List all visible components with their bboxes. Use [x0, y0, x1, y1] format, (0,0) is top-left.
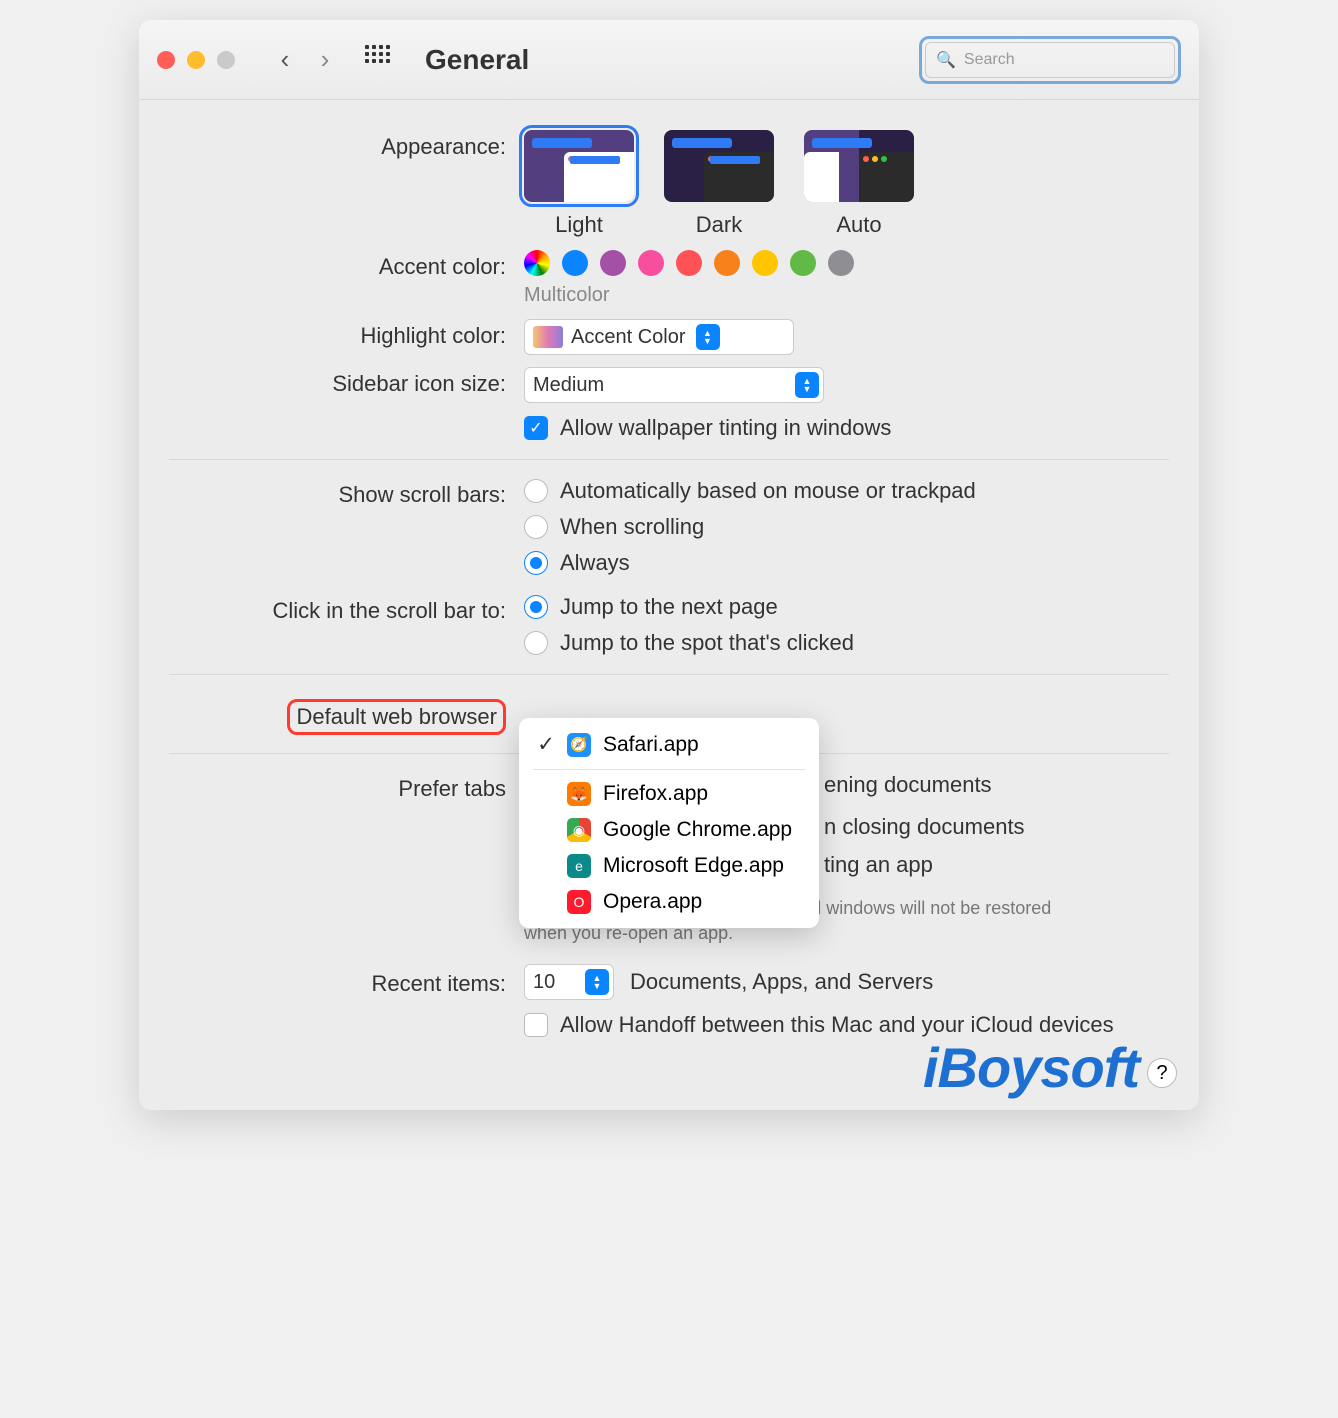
chrome-icon: ◉ — [567, 818, 591, 842]
preferences-window: ‹ › General 🔍 Search Appearance: Light — [139, 20, 1199, 1110]
chevron-updown-icon: ▲▼ — [696, 324, 720, 350]
appearance-label: Appearance: — [169, 130, 524, 160]
appearance-option-auto[interactable]: Auto — [804, 130, 914, 238]
click-scroll-label: Click in the scroll bar to: — [169, 594, 524, 624]
search-input[interactable]: 🔍 Search — [925, 42, 1175, 78]
chevron-updown-icon: ▲▼ — [585, 969, 609, 995]
click-scroll-spot[interactable]: Jump to the spot that's clicked — [524, 630, 1169, 656]
highlight-label: Highlight color: — [169, 319, 524, 349]
menu-item-edge[interactable]: e Microsoft Edge.app — [519, 848, 819, 884]
accent-yellow[interactable] — [752, 250, 778, 276]
menu-item-chrome[interactable]: ◉ Google Chrome.app — [519, 812, 819, 848]
opera-icon: O — [567, 890, 591, 914]
default-browser-menu: ✓ 🧭 Safari.app 🦊 Firefox.app ◉ Google Ch… — [519, 718, 819, 928]
accent-purple[interactable] — [600, 250, 626, 276]
minimize-icon[interactable] — [187, 51, 205, 69]
window-controls — [157, 51, 235, 69]
accent-blue[interactable] — [562, 250, 588, 276]
menu-item-firefox[interactable]: 🦊 Firefox.app — [519, 776, 819, 812]
appearance-option-dark[interactable]: Dark — [664, 130, 774, 238]
checkbox-on-icon: ✓ — [524, 416, 548, 440]
accent-red[interactable] — [676, 250, 702, 276]
highlight-select[interactable]: Accent Color ▲▼ — [524, 319, 794, 355]
menu-item-safari[interactable]: ✓ 🧭 Safari.app — [519, 726, 819, 763]
edge-icon: e — [567, 854, 591, 878]
search-placeholder: Search — [964, 51, 1015, 69]
zoom-icon — [217, 51, 235, 69]
search-highlight: 🔍 Search — [919, 36, 1181, 84]
checkbox-off-icon — [524, 1013, 548, 1037]
accent-graphite[interactable] — [828, 250, 854, 276]
show-all-icon[interactable] — [365, 45, 395, 75]
close-icon[interactable] — [157, 51, 175, 69]
accent-swatches — [524, 250, 1169, 276]
checkmark-icon: ✓ — [537, 732, 555, 757]
watermark: iBoysoft — [923, 1035, 1139, 1100]
scroll-option-auto[interactable]: Automatically based on mouse or trackpad — [524, 478, 1169, 504]
sidebar-size-select[interactable]: Medium ▲▼ — [524, 367, 824, 403]
scroll-option-always[interactable]: Always — [524, 550, 1169, 576]
scroll-option-scrolling[interactable]: When scrolling — [524, 514, 1169, 540]
menu-item-opera[interactable]: O Opera.app — [519, 884, 819, 920]
recent-items-suffix: Documents, Apps, and Servers — [630, 969, 933, 995]
separator — [169, 459, 1169, 460]
wallpaper-tint-checkbox[interactable]: ✓ Allow wallpaper tinting in windows — [524, 415, 1169, 441]
recent-items-select[interactable]: 10 ▲▼ — [524, 964, 614, 1000]
click-scroll-next-page[interactable]: Jump to the next page — [524, 594, 1169, 620]
sidebar-size-label: Sidebar icon size: — [169, 367, 524, 397]
accent-orange[interactable] — [714, 250, 740, 276]
page-title: General — [425, 44, 529, 76]
scrollbars-label: Show scroll bars: — [169, 478, 524, 508]
prefer-tabs-label: Prefer tabs — [169, 772, 524, 802]
appearance-option-light[interactable]: Light — [524, 130, 634, 238]
chevron-updown-icon: ▲▼ — [795, 372, 819, 398]
back-button[interactable]: ‹ — [265, 40, 305, 80]
accent-label: Accent color: — [169, 250, 524, 280]
titlebar: ‹ › General 🔍 Search — [139, 20, 1199, 100]
content: Appearance: Light Dark Auto — [139, 100, 1199, 1110]
safari-icon: 🧭 — [567, 733, 591, 757]
menu-separator — [533, 769, 805, 770]
accent-green[interactable] — [790, 250, 816, 276]
default-browser-label-highlight: Default web browser — [287, 699, 506, 735]
forward-button: › — [305, 40, 345, 80]
accent-subtext: Multicolor — [524, 284, 1169, 307]
search-icon: 🔍 — [936, 50, 956, 70]
highlight-swatch-icon — [533, 326, 563, 348]
accent-pink[interactable] — [638, 250, 664, 276]
firefox-icon: 🦊 — [567, 782, 591, 806]
accent-multicolor[interactable] — [524, 250, 550, 276]
separator — [169, 674, 1169, 675]
recent-items-label: Recent items: — [169, 967, 524, 997]
